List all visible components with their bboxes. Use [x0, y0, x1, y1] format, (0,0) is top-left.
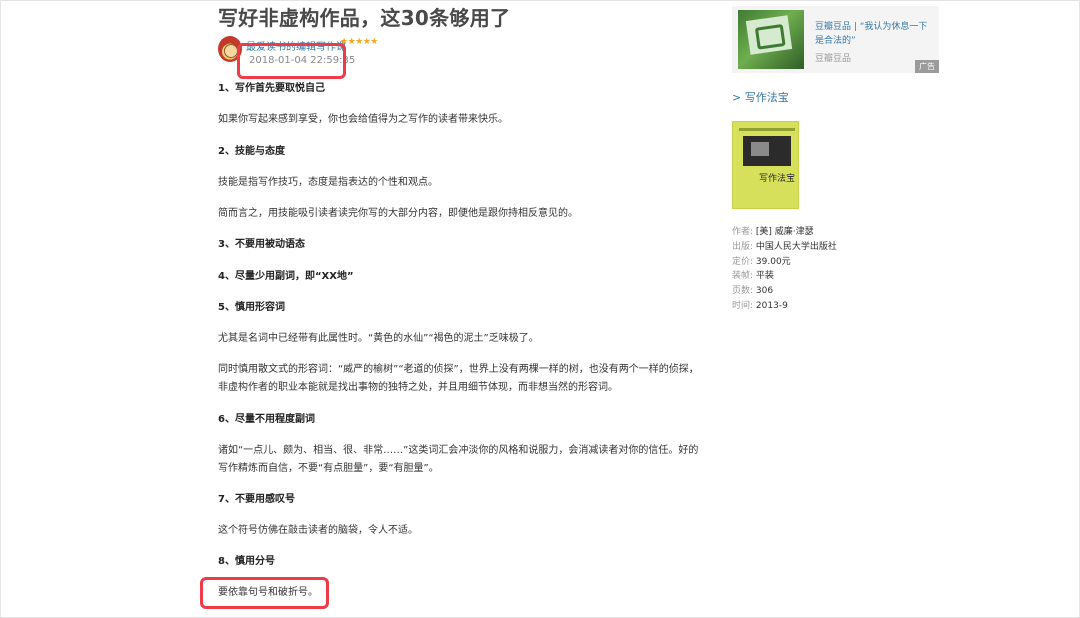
body-paragraph: 写作精炼而自信，不要“有点胆量”，要“有胆量”。: [218, 463, 439, 474]
book-meta-row: 装帧: 平装: [732, 271, 774, 282]
body-paragraph: 简而言之，用技能吸引读者读完你写的大部分内容，即便他是跟你持相反意见的。: [218, 208, 578, 219]
ad-source: 豆瓣豆品: [815, 54, 852, 64]
section-heading: 1、写作首先要取悦自己: [218, 83, 325, 94]
book-meta-row: 页数: 306: [732, 286, 774, 297]
book-meta: 作者: [美] 威廉·津瑟 出版: 中国人民大学出版社 定价: 39.00元 装…: [732, 225, 932, 314]
timestamp-highlight-box: [237, 43, 346, 79]
book-meta-row: 出版: 中国人民大学出版社: [732, 241, 837, 252]
paragraph-highlight-box: [200, 577, 329, 609]
section-heading: 3、不要用被动语态: [218, 239, 305, 250]
body-paragraph: 诸如“一点儿、颇为、相当、很、非常……”这类词汇会冲淡你的风格和说服力，会消减读…: [218, 445, 699, 456]
section-heading: 6、尽量不用程度副词: [218, 414, 315, 425]
rating-stars-icon: ★★★★★: [340, 37, 378, 47]
section-heading: 8、慎用分号: [218, 556, 275, 567]
section-heading: 5、慎用形容词: [218, 302, 285, 313]
body-paragraph: 非虚构作者的职业本能就是找出事物的独特之处，并且用细节体现，而非想当然的形容词。: [218, 382, 618, 393]
section-heading: 2、技能与态度: [218, 146, 285, 157]
body-paragraph: 技能是指写作技巧，态度是指表达的个性和观点。: [218, 177, 438, 188]
sidebar-ad[interactable]: 豆瓣豆品 | “我认为休息一下是合法的” 豆瓣豆品 广告: [732, 6, 939, 73]
book-meta-row: 时间: 2013-9: [732, 300, 788, 311]
section-heading: 7、不要用感叹号: [218, 494, 295, 505]
ad-badge: 广告: [915, 60, 939, 73]
article-title: 写好非虚构作品，这30条够用了: [218, 6, 511, 30]
ad-title-link[interactable]: 豆瓣豆品 | “我认为休息一下是合法的”: [815, 20, 935, 48]
book-meta-row: 作者: [美] 威廉·津瑟: [732, 227, 814, 237]
section-heading: 4、尽量少用副词，即“XX地”: [218, 271, 354, 282]
body-paragraph: 这个符号仿佛在敲击读者的脑袋，令人不适。: [218, 525, 418, 536]
book-title-link[interactable]: > 写作法宝: [732, 89, 789, 105]
body-paragraph: 同时慎用散文式的形容词：“威严的榆树”“老道的侦探”，世界上没有两棵一样的树，也…: [218, 364, 699, 375]
body-paragraph: 尤其是名词中已经带有此属性时。“黄色的水仙”“褐色的泥土”乏味极了。: [218, 333, 539, 344]
book-cover-title: 写作法宝: [759, 174, 796, 184]
book-meta-row: 定价: 39.00元: [732, 256, 791, 267]
body-paragraph: 如果你写起来感到享受，你也会给值得为之写作的读者带来快乐。: [218, 114, 508, 125]
ad-thumbnail[interactable]: [738, 10, 804, 69]
book-cover-image[interactable]: 写作法宝: [732, 121, 799, 209]
